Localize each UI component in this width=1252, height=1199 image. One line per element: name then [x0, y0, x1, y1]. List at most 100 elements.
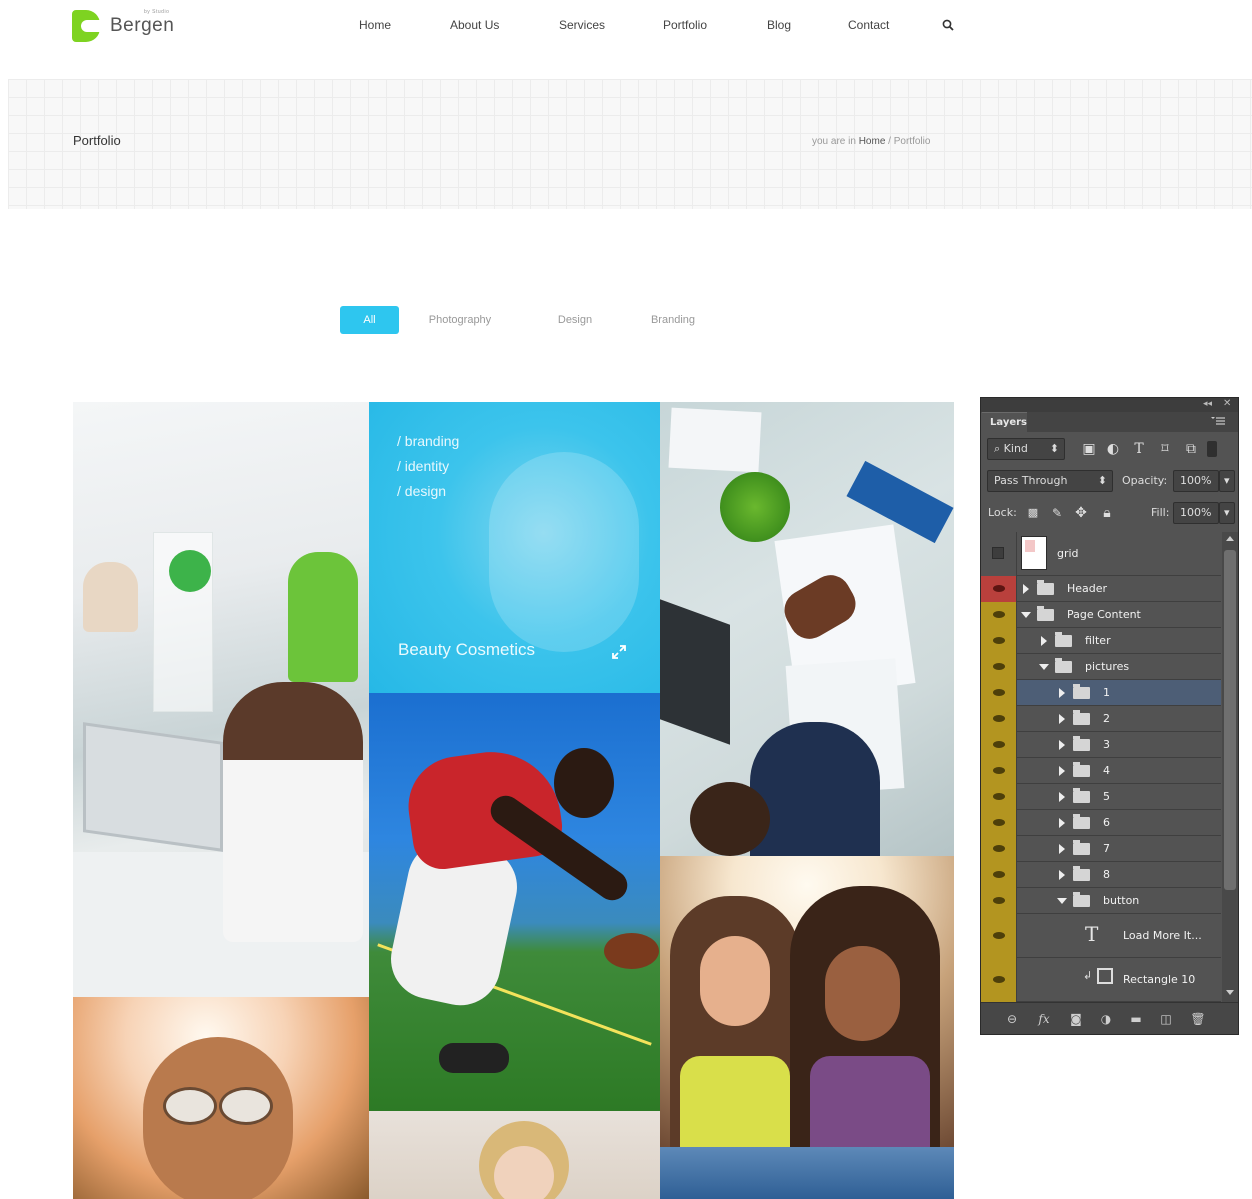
layer-button[interactable]: button [981, 888, 1221, 914]
filter-branding[interactable]: Branding [640, 306, 706, 334]
filter-smart-object-icon[interactable]: ⧉ [1183, 441, 1199, 457]
filter-pixel-icon[interactable]: ▣ [1081, 441, 1097, 457]
mask-icon[interactable]: ◙ [1067, 1011, 1085, 1027]
expand-arrow-icon[interactable] [1059, 688, 1065, 698]
tab-layers[interactable]: Layers [982, 412, 1027, 432]
eye-icon[interactable] [981, 784, 1017, 810]
layer-load-more-text[interactable]: T Load More It... [981, 914, 1221, 958]
portfolio-item-stage[interactable] [660, 1147, 954, 1199]
filter-toggle[interactable] [1207, 441, 1217, 457]
trash-icon[interactable]: 🗑︎ [1189, 1011, 1207, 1027]
portfolio-item-blonde[interactable] [369, 1111, 660, 1199]
collapse-arrow-icon[interactable] [1039, 664, 1049, 670]
eye-icon[interactable] [981, 680, 1017, 706]
expand-arrow-icon[interactable] [1041, 636, 1047, 646]
lock-label: Lock: [988, 506, 1017, 519]
opacity-input[interactable]: 100% [1173, 470, 1219, 492]
opacity-dropdown[interactable]: ▾ [1219, 470, 1235, 492]
layer-page-content[interactable]: Page Content [981, 602, 1221, 628]
filter-design[interactable]: Design [545, 306, 605, 334]
eye-icon[interactable] [981, 628, 1017, 654]
expand-arrow-icon[interactable] [1059, 792, 1065, 802]
layer-filter[interactable]: filter [981, 628, 1221, 654]
layer-3[interactable]: 3 [981, 732, 1221, 758]
eye-icon[interactable] [981, 602, 1017, 628]
filter-all[interactable]: All [340, 306, 399, 334]
lock-transparency-icon[interactable]: ▩ [1025, 505, 1041, 521]
fill-dropdown[interactable]: ▾ [1219, 502, 1235, 524]
scroll-down-icon[interactable] [1226, 990, 1234, 995]
layer-grid[interactable]: grid [981, 532, 1221, 576]
folder-icon[interactable]: ▬ [1127, 1011, 1145, 1027]
layer-5[interactable]: 5 [981, 784, 1221, 810]
panel-titlebar[interactable]: ◂◂ ✕ [981, 398, 1238, 412]
nav-home[interactable]: Home [359, 18, 391, 32]
portfolio-item-beauty-cosmetics[interactable]: / branding / identity / design Beauty Co… [369, 402, 660, 693]
filter-shape-icon[interactable]: ⌑ [1157, 441, 1173, 457]
expand-arrow-icon[interactable] [1059, 714, 1065, 724]
fill-input[interactable]: 100% [1173, 502, 1219, 524]
fx-icon[interactable]: fx [1035, 1011, 1053, 1027]
portfolio-item-sunglasses[interactable] [73, 997, 369, 1199]
collapse-arrow-icon[interactable] [1057, 898, 1067, 904]
layer-4[interactable]: 4 [981, 758, 1221, 784]
eye-icon[interactable] [981, 862, 1017, 888]
close-icon[interactable]: ✕ [1223, 398, 1231, 409]
eye-icon[interactable] [981, 914, 1017, 958]
eye-icon[interactable] [981, 958, 1017, 1002]
lock-all-icon[interactable]: 🔒︎ [1099, 505, 1115, 521]
visibility-toggle[interactable] [981, 532, 1017, 576]
eye-icon[interactable] [981, 758, 1017, 784]
new-layer-icon[interactable]: ◫ [1157, 1011, 1175, 1027]
filter-kind-select[interactable]: ⌕ Kind ⬍ [987, 438, 1065, 460]
layer-header[interactable]: Header [981, 576, 1221, 602]
collapse-arrow-icon[interactable] [1021, 612, 1031, 618]
scroll-up-icon[interactable] [1226, 536, 1234, 541]
portfolio-item-office[interactable] [73, 402, 369, 997]
nav-about[interactable]: About Us [450, 18, 499, 32]
eye-icon[interactable] [981, 836, 1017, 862]
layer-6[interactable]: 6 [981, 810, 1221, 836]
expand-arrow-icon[interactable] [1059, 740, 1065, 750]
expand-arrow-icon[interactable] [1059, 870, 1065, 880]
layer-2[interactable]: 2 [981, 706, 1221, 732]
adjustment-icon[interactable]: ◑ [1097, 1011, 1115, 1027]
layer-rectangle-10[interactable]: ↲ Rectangle 10 [981, 958, 1221, 1002]
eye-icon[interactable] [981, 576, 1017, 602]
portfolio-item-football[interactable] [369, 693, 660, 1111]
collapse-icon[interactable]: ◂◂ [1203, 399, 1212, 409]
eye-icon[interactable] [981, 732, 1017, 758]
filter-adjustment-icon[interactable]: ◐ [1105, 441, 1121, 457]
expand-arrow-icon[interactable] [1023, 584, 1029, 594]
eye-icon[interactable] [981, 810, 1017, 836]
nav-portfolio[interactable]: Portfolio [663, 18, 707, 32]
eye-icon[interactable] [981, 888, 1017, 914]
breadcrumb-home[interactable]: Home [859, 136, 886, 147]
link-icon[interactable]: ⊖ [1003, 1011, 1021, 1027]
expand-arrow-icon[interactable] [1059, 844, 1065, 854]
panel-menu-icon[interactable] [1211, 416, 1225, 426]
expand-icon[interactable] [612, 645, 626, 659]
nav-blog[interactable]: Blog [767, 18, 791, 32]
layer-1[interactable]: 1 [981, 680, 1221, 706]
expand-arrow-icon[interactable] [1059, 818, 1065, 828]
layer-name: 4 [1103, 764, 1110, 777]
lock-position-icon[interactable]: ✥ [1073, 505, 1089, 521]
blend-mode-select[interactable]: Pass Through ⬍ [987, 470, 1113, 492]
portfolio-item-statistical-analysis[interactable] [660, 402, 954, 856]
nav-contact[interactable]: Contact [848, 18, 889, 32]
search-icon[interactable] [942, 19, 954, 31]
eye-icon[interactable] [981, 706, 1017, 732]
lock-pixels-icon[interactable]: ✎ [1049, 505, 1065, 521]
expand-arrow-icon[interactable] [1059, 766, 1065, 776]
layer-pictures[interactable]: pictures [981, 654, 1221, 680]
filter-photography[interactable]: Photography [420, 306, 500, 334]
nav-services[interactable]: Services [559, 18, 605, 32]
scrollbar-thumb[interactable] [1224, 550, 1236, 890]
filter-type-icon[interactable]: T [1131, 441, 1147, 457]
eye-icon[interactable] [981, 654, 1017, 680]
layer-name: button [1103, 894, 1140, 907]
portfolio-item-friends[interactable] [660, 856, 954, 1147]
layer-8[interactable]: 8 [981, 862, 1221, 888]
layer-7[interactable]: 7 [981, 836, 1221, 862]
